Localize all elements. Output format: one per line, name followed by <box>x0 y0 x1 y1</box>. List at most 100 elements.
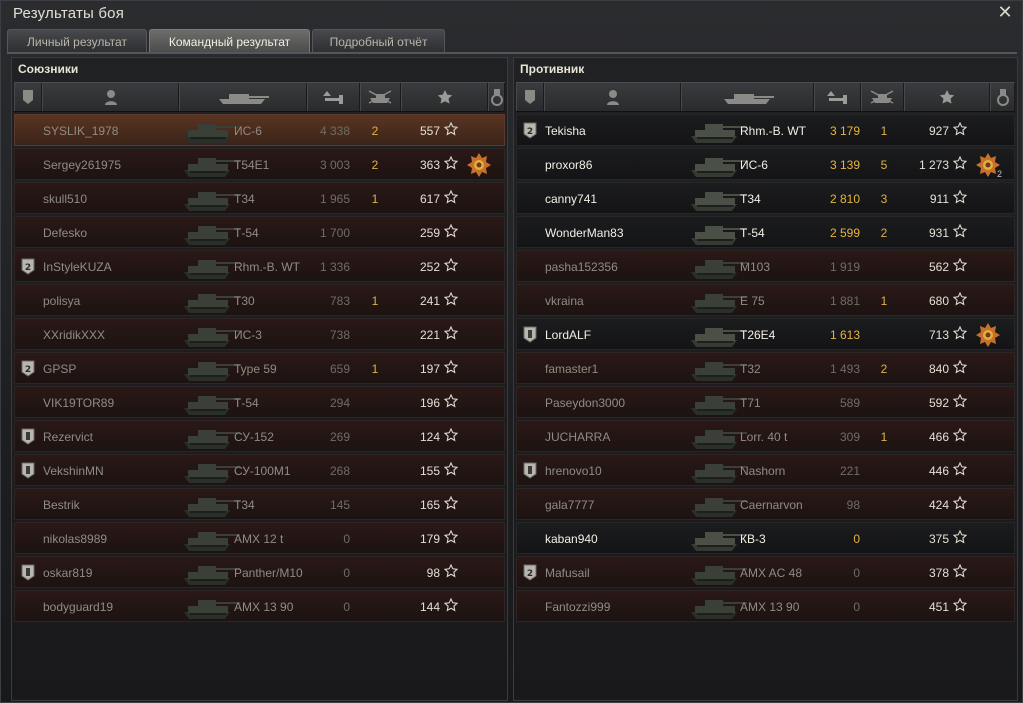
medal-icon[interactable] <box>976 323 1000 347</box>
column-header-medals[interactable] <box>990 83 1015 111</box>
column-header-squad[interactable] <box>14 83 42 111</box>
player-name: vkraina <box>545 294 584 308</box>
medals-icon <box>490 89 503 106</box>
column-header-squad[interactable] <box>516 83 544 111</box>
allies-row[interactable]: Sergey261975 T54E1 3 003 2 363 <box>14 148 505 180</box>
player-name: InStyleKUZA <box>43 260 112 274</box>
kills-value: 1 <box>371 362 379 376</box>
player-name: Rezervict <box>43 430 94 444</box>
vehicle-name: Т-54 <box>740 226 765 240</box>
enemies-row[interactable]: JUCHARRA Lorr. 40 t 309 1 466 <box>516 420 1015 452</box>
xp-value: 259 <box>419 226 440 240</box>
allies-row[interactable]: polisya T30 783 1 241 <box>14 284 505 316</box>
kills-value: 5 <box>880 158 888 172</box>
medal-icon[interactable] <box>467 153 491 177</box>
tab-team-result[interactable]: Командный результат <box>149 29 310 53</box>
tank-icon <box>180 558 242 588</box>
squad-badge-icon <box>523 462 537 479</box>
enemies-row[interactable]: canny741 T34 2 810 3 911 <box>516 182 1015 214</box>
star-icon <box>444 292 458 306</box>
vehicle-name: Rhm.-B. WT <box>740 124 806 138</box>
enemies-row[interactable]: 2 Tekisha Rhm.-B. WT 3 179 1 927 <box>516 114 1015 146</box>
enemies-row[interactable]: LordALF T26E4 1 613 713 <box>516 318 1015 350</box>
column-header-vehicle[interactable] <box>681 83 814 111</box>
svg-text:2: 2 <box>527 127 533 137</box>
enemies-row[interactable]: gala7777 Caernarvon 98 424 <box>516 488 1015 520</box>
xp-value: 557 <box>419 124 440 138</box>
vehicle-name: СУ-152 <box>234 430 274 444</box>
enemies-row[interactable]: Paseydon3000 T71 589 592 <box>516 386 1015 418</box>
player-name: Defesko <box>43 226 88 240</box>
vehicle-name: E 75 <box>740 294 765 308</box>
allies-row[interactable]: oskar819 Panther/M10 0 98 <box>14 556 505 588</box>
player-name: VekshinMN <box>43 464 104 478</box>
damage-value: 294 <box>329 396 350 410</box>
allies-row[interactable]: VIK19TOR89 Т-54 294 196 <box>14 386 505 418</box>
vehicle-name: СУ-100М1 <box>234 464 291 478</box>
damage-value: 309 <box>839 430 860 444</box>
medal-icon[interactable]: 2 <box>976 153 1002 179</box>
tab-personal-result[interactable]: Личный результат <box>7 29 147 53</box>
star-icon <box>444 156 458 170</box>
vehicle-icon <box>219 94 269 104</box>
kills-value: 2 <box>880 362 888 376</box>
xp-icon <box>939 90 955 104</box>
column-header-vehicle[interactable] <box>179 83 307 111</box>
enemies-row[interactable]: kaban940 КВ-3 0 375 <box>516 522 1015 554</box>
enemies-row[interactable]: hrenovo10 Nashorn 221 446 <box>516 454 1015 486</box>
allies-row[interactable]: SYSLIK_1978 ИС-6 4 338 2 557 <box>14 114 505 146</box>
column-header-kills[interactable] <box>861 83 904 111</box>
allies-row[interactable]: skull510 T34 1 965 1 617 <box>14 182 505 214</box>
player-name: nikolas8989 <box>43 532 108 546</box>
enemies-row[interactable]: proxor86 ИС-6 3 139 5 1 273 2 <box>516 148 1015 180</box>
allies-row[interactable]: Defesko Т-54 1 700 259 <box>14 216 505 248</box>
vehicle-name: M103 <box>740 260 771 274</box>
kills-icon <box>870 90 893 104</box>
close-button[interactable]: ✕ <box>996 3 1014 21</box>
vehicle-name: Nashorn <box>740 464 786 478</box>
enemies-row[interactable]: Fantozzi999 AMX 13 90 0 451 <box>516 590 1015 622</box>
player-name: JUCHARRA <box>545 430 611 444</box>
allies-row[interactable]: Bestrik T34 145 165 <box>14 488 505 520</box>
squad-badge-icon <box>21 564 35 581</box>
column-header-player[interactable] <box>544 83 681 111</box>
player-name: Paseydon3000 <box>545 396 626 410</box>
allies-row[interactable]: nikolas8989 AMX 12 t 0 179 <box>14 522 505 554</box>
enemies-row[interactable]: vkraina E 75 1 881 1 680 <box>516 284 1015 316</box>
player-name: skull510 <box>43 192 88 206</box>
allies-header-row <box>14 82 505 112</box>
player-name: kaban940 <box>545 532 598 546</box>
xp-value: 252 <box>419 260 440 274</box>
damage-value: 3 139 <box>829 158 860 172</box>
star-icon <box>444 258 458 272</box>
allies-row[interactable]: Rezervict СУ-152 269 124 <box>14 420 505 452</box>
damage-value: 0 <box>853 566 860 580</box>
star-icon <box>444 496 458 510</box>
enemies-row[interactable]: 2 Mafusail AMX AC 48 0 378 <box>516 556 1015 588</box>
vehicle-name: AMX AC 48 <box>740 566 803 580</box>
player-name: Mafusail <box>545 566 590 580</box>
enemies-row[interactable]: pasha152356 M103 1 919 562 <box>516 250 1015 282</box>
xp-value: 451 <box>928 600 949 614</box>
column-header-xp[interactable] <box>401 83 488 111</box>
enemies-panel: Противник 2 Tekisha Rhm.-B. WT 3 179 1 927 pro… <box>513 57 1018 701</box>
enemies-row[interactable]: WonderMan83 Т-54 2 599 2 931 <box>516 216 1015 248</box>
allies-row[interactable]: 2 InStyleKUZA Rhm.-B. WT 1 336 252 <box>14 250 505 282</box>
enemies-row[interactable]: famaster1 T32 1 493 2 840 <box>516 352 1015 384</box>
vehicle-name: T54E1 <box>234 158 270 172</box>
player-name: WonderMan83 <box>545 226 624 240</box>
column-header-damage[interactable] <box>814 83 861 111</box>
column-header-medals[interactable] <box>488 83 505 111</box>
allies-row[interactable]: bodyguard19 AMX 13 90 0 144 <box>14 590 505 622</box>
allies-row[interactable]: XXridikXXX ИС-3 738 221 <box>14 318 505 350</box>
column-header-kills[interactable] <box>360 83 401 111</box>
allies-row[interactable]: VekshinMN СУ-100М1 268 155 <box>14 454 505 486</box>
player-name: XXridikXXX <box>43 328 106 342</box>
tab-detailed-report[interactable]: Подробный отчёт <box>312 29 445 53</box>
player-name: Fantozzi999 <box>545 600 611 614</box>
column-header-player[interactable] <box>42 83 179 111</box>
column-header-damage[interactable] <box>307 83 360 111</box>
player-name: SYSLIK_1978 <box>43 124 119 138</box>
column-header-xp[interactable] <box>904 83 990 111</box>
allies-row[interactable]: 2 GPSP Type 59 659 1 197 <box>14 352 505 384</box>
